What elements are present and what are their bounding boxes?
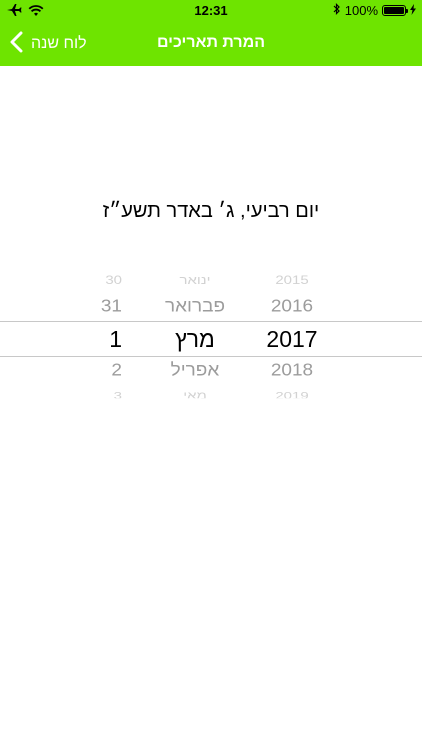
year-option[interactable]: 2016 <box>250 297 334 317</box>
status-bar: 12:31 100% <box>0 0 422 22</box>
year-option-selected[interactable]: 2017 <box>250 326 334 353</box>
month-wheel[interactable]: ינואר פברואר מרץ אפריל מאי <box>140 268 250 408</box>
year-option[interactable]: 2018 <box>250 361 334 381</box>
day-option[interactable]: 30 <box>60 274 122 287</box>
day-option[interactable]: 3 <box>60 390 122 398</box>
day-wheel[interactable]: 30 31 1 2 3 <box>60 268 122 408</box>
date-picker[interactable]: 30 31 1 2 3 ינואר פברואר מרץ אפריל מאי 2… <box>0 268 422 408</box>
status-right: 100% <box>333 3 416 18</box>
battery-level <box>384 7 404 14</box>
day-option[interactable]: 2 <box>60 361 122 381</box>
charging-icon <box>410 3 416 18</box>
page-title: המרת תאריכים <box>156 34 266 51</box>
header: 12:31 100% לוח שנה המרת תאריכים <box>0 0 422 66</box>
month-option[interactable]: ינואר <box>140 274 250 287</box>
month-option[interactable]: אפריל <box>140 361 250 381</box>
hebrew-date: יום רביעי, ג׳ באדר תשע״ז <box>102 200 320 222</box>
year-wheel[interactable]: 2015 2016 2017 2018 2019 <box>250 268 334 408</box>
year-option[interactable]: 2015 <box>250 274 334 287</box>
month-option[interactable]: פברואר <box>140 297 250 317</box>
day-option-selected[interactable]: 1 <box>60 326 122 353</box>
month-option-selected[interactable]: מרץ <box>140 326 250 353</box>
bluetooth-icon <box>333 3 341 18</box>
day-option[interactable]: 31 <box>60 297 122 317</box>
month-option[interactable]: מאי <box>140 390 250 398</box>
battery-percent: 100% <box>344 3 378 18</box>
nav-bar: לוח שנה המרת תאריכים <box>0 22 422 66</box>
battery-icon <box>382 5 408 16</box>
year-option[interactable]: 2019 <box>250 390 334 398</box>
